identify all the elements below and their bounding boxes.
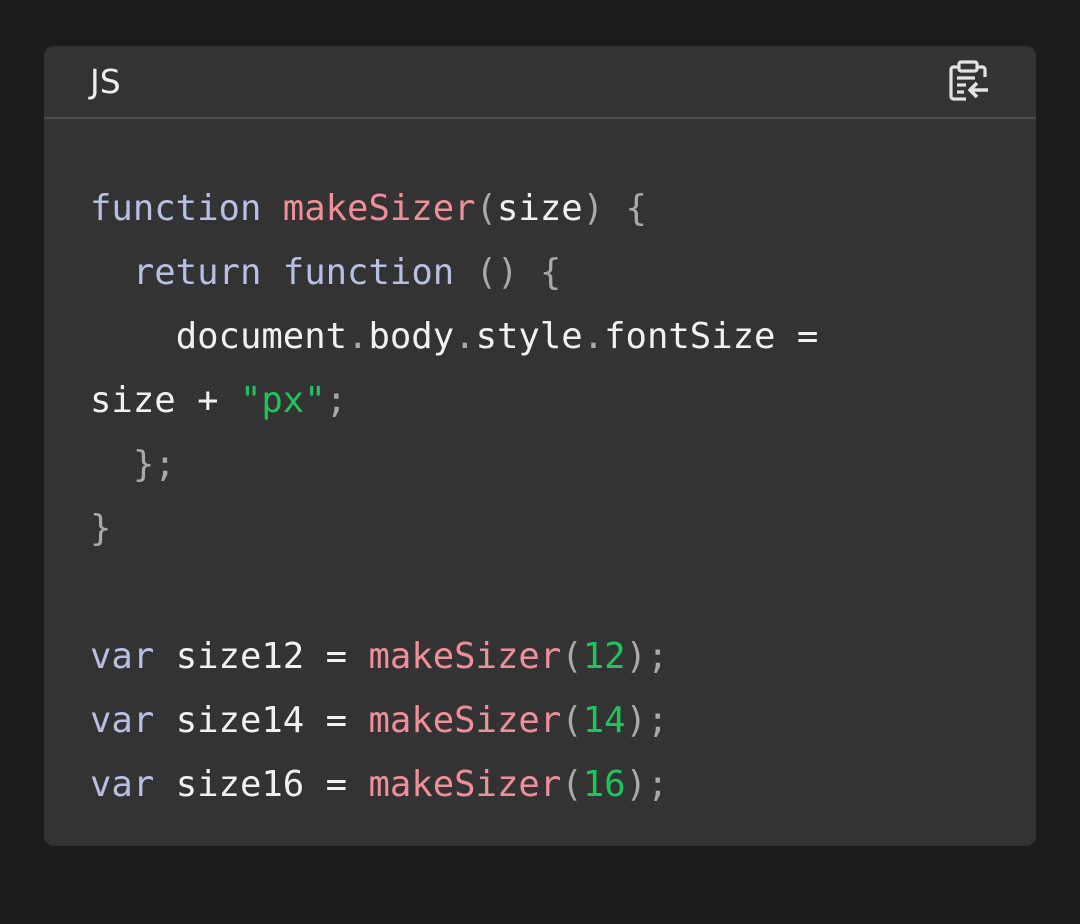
code-token-sp [219,380,240,421]
code-token-sp [454,252,475,293]
code-token-fn: makeSizer [368,700,562,741]
code-token-num: 14 [582,700,626,741]
code-token-sp [347,636,368,677]
code-token-punct: }; [132,444,176,485]
code-token-punct: ( [475,188,497,229]
code-token-punct: ); [625,636,669,677]
code-token-sp [604,188,625,229]
code-token-id: = [325,636,348,677]
code-token-sp [304,636,325,677]
code-token-id: document [175,316,348,357]
code-token-kw: var [90,764,155,805]
code-line: document.body.style.fontSize = [90,305,819,369]
code-token-punct: ) [582,188,605,229]
code-token-punct: . [347,316,369,357]
code-token-id: + [197,380,219,421]
code-token-sp [347,764,368,805]
code-token-punct: ( [561,700,583,741]
code-token-kw: function [282,252,455,293]
code-token-punct: ( [561,764,583,805]
code-token-id: size14 [175,700,305,741]
code-token-sp [154,636,175,677]
code-line: size + "px"; [90,369,818,433]
code-token-id: size12 [175,636,305,677]
code-token-sp [90,252,133,293]
code-token-id: = [325,764,348,805]
code-token-id: fontSize [604,316,776,357]
code-block: function makeSizer(size) { return functi… [90,177,818,817]
code-line: return function () { [90,241,818,305]
code-token-kw: var [90,636,155,677]
code-token-punct: { [625,188,647,229]
code-token-kw: var [90,700,155,741]
code-token-punct: ); [625,764,669,805]
code-token-id: body [368,316,455,357]
code-card-header: JS [44,46,1036,119]
clipboard-copy-icon [949,60,988,101]
copy-code-button[interactable] [944,58,992,106]
code-line: }; [90,433,818,497]
code-token-sp [90,316,176,357]
code-token-sp [154,764,175,805]
code-token-punct: ( [561,636,583,677]
code-card: JS function makeSizer(size) { return fun… [44,46,1036,846]
code-token-punct: () [475,252,519,293]
code-token-punct: . [454,316,476,357]
code-line: var size12 = makeSizer(12); [90,625,818,689]
code-token-sp [154,700,175,741]
code-token-id: = [796,316,819,357]
code-token-str: "px" [239,380,326,421]
code-token-punct: ; [325,380,348,421]
code-token-sp [775,316,796,357]
code-token-sp [261,188,282,229]
code-line: ​ [90,561,818,625]
code-token-sp [347,700,368,741]
code-token-id: size16 [175,764,305,805]
code-token-id: = [325,700,348,741]
code-token-num: 12 [582,636,626,677]
language-label: JS [90,62,121,101]
code-token-id: size [496,188,583,229]
code-token-num: 16 [582,764,626,805]
code-line: var size14 = makeSizer(14); [90,689,818,753]
code-line: var size16 = makeSizer(16); [90,753,818,817]
code-token-kw: return [132,252,262,293]
code-token-sp [304,700,325,741]
code-token-sp [176,380,197,421]
code-token-punct: } [90,508,112,549]
code-token-punct: ); [625,700,669,741]
code-token-fn: makeSizer [368,764,562,805]
code-token-sp [90,444,133,485]
code-token-punct: { [539,252,562,293]
code-line: } [90,497,818,561]
code-token-sp [518,252,539,293]
code-token-punct: . [582,316,605,357]
code-token-id: size [90,380,176,421]
code-token-sp [261,252,282,293]
code-token-fn: makeSizer [282,188,476,229]
code-line: function makeSizer(size) { [90,177,818,241]
code-token-sp [304,764,325,805]
code-token-fn: makeSizer [368,636,562,677]
code-token-id: style [475,316,583,357]
code-token-kw: function [90,188,262,229]
